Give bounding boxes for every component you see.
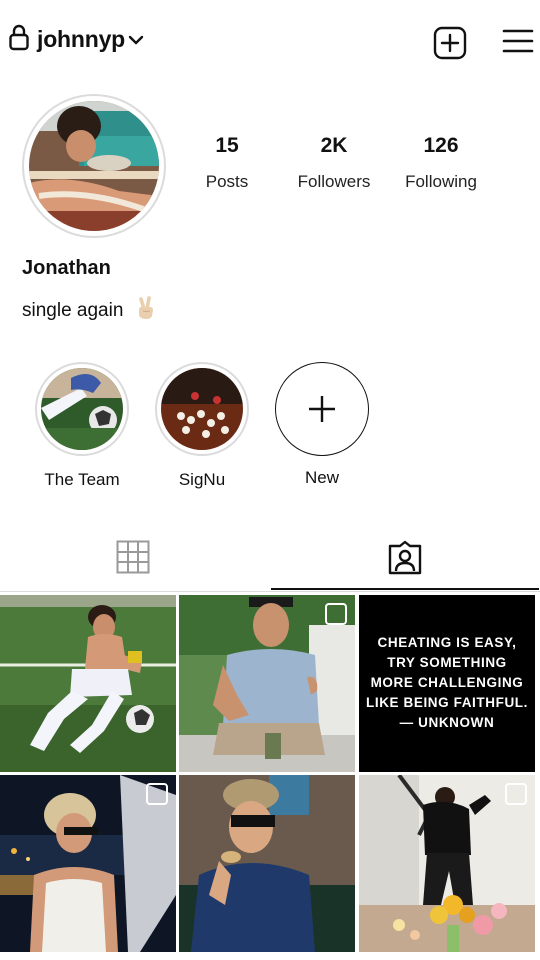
highlight-the-team[interactable]: The Team xyxy=(34,362,130,490)
profile-full-name: Jonathan xyxy=(22,257,111,279)
following-stat[interactable]: 126 Following xyxy=(386,134,496,192)
tagged-icon xyxy=(388,540,422,575)
post-thumbnail[interactable] xyxy=(179,595,355,772)
new-highlight-button[interactable] xyxy=(275,362,369,456)
grid-icon xyxy=(116,540,150,574)
victory-hand-icon xyxy=(138,296,153,319)
quote-line: TRY SOMETHING xyxy=(387,655,507,670)
top-bar: johnnyp xyxy=(0,0,540,84)
following-count: 126 xyxy=(423,134,459,157)
quote-line: CHEATING IS EASY, xyxy=(377,635,517,650)
post-thumbnail[interactable] xyxy=(359,775,535,952)
highlight-signu[interactable]: SigNu xyxy=(154,362,250,490)
posts-count: 15 xyxy=(215,134,239,157)
followers-stat[interactable]: 2K Followers xyxy=(279,134,389,192)
post-thumbnail[interactable]: CHEATING IS EASY, TRY SOMETHING MORE CHA… xyxy=(359,595,535,772)
posts-stat[interactable]: 15 Posts xyxy=(172,134,282,192)
post-thumbnail[interactable] xyxy=(179,775,355,952)
chevron-down-icon[interactable] xyxy=(128,33,144,47)
profile-bio: single again xyxy=(22,296,157,322)
post-thumbnail[interactable] xyxy=(0,595,176,772)
post-thumbnail[interactable] xyxy=(0,775,176,952)
highlight-ring xyxy=(155,362,249,456)
followers-label: Followers xyxy=(297,172,371,191)
multiple-photos-icon xyxy=(505,783,527,805)
highlight-label: SigNu xyxy=(178,470,226,489)
following-label: Following xyxy=(405,172,477,191)
highlight-cover xyxy=(41,368,123,450)
multiple-photos-icon xyxy=(146,783,168,805)
highlight-label: New xyxy=(304,468,339,487)
tab-tagged[interactable] xyxy=(270,520,540,592)
avatar[interactable] xyxy=(29,101,159,231)
multiple-photos-icon xyxy=(325,603,347,625)
highlight-new[interactable]: New xyxy=(274,362,370,488)
highlight-cover xyxy=(161,368,243,450)
tab-grid[interactable] xyxy=(0,520,270,592)
posts-label: Posts xyxy=(205,172,249,191)
profile-username[interactable]: johnnyp xyxy=(37,26,125,53)
quote-line: MORE CHALLENGING xyxy=(370,675,524,690)
plus-icon xyxy=(309,396,335,422)
followers-count: 2K xyxy=(320,134,348,157)
new-post-icon[interactable] xyxy=(432,25,468,61)
lock-icon xyxy=(9,24,29,51)
menu-icon[interactable] xyxy=(502,27,534,55)
highlight-label: The Team xyxy=(44,470,120,489)
profile-tabs xyxy=(0,520,540,592)
quote-line: LIKE BEING FAITHFUL. xyxy=(366,695,528,710)
bio-text: single again xyxy=(22,300,124,321)
highlight-ring xyxy=(35,362,129,456)
active-tab-indicator xyxy=(271,588,539,590)
quote-line: — UNKNOWN xyxy=(399,715,495,730)
